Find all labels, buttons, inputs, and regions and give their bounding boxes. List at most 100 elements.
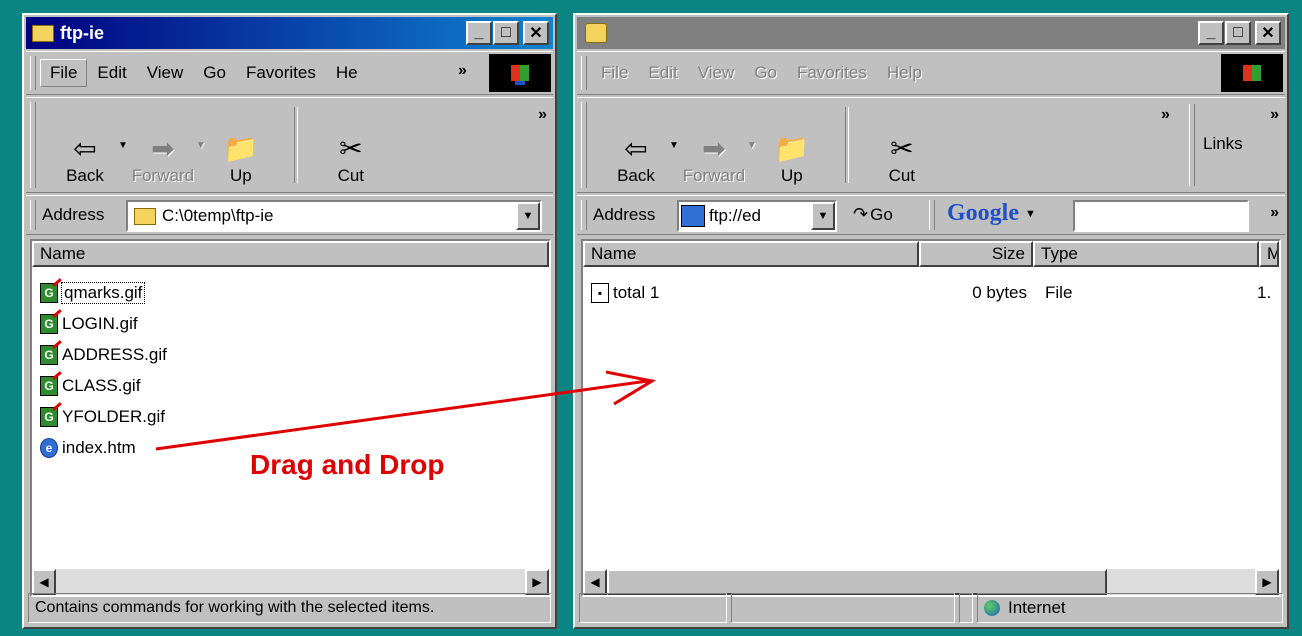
forward-label: Forward (131, 166, 195, 185)
gif-file-icon: G (40, 314, 58, 334)
table-row[interactable]: ▪ total 1 0 bytes File 1. (591, 279, 1279, 307)
right-horizontal-scrollbar[interactable]: ◀ ▶ (583, 569, 1279, 595)
scroll-left-button[interactable]: ◀ (32, 569, 56, 595)
right-title-bar[interactable]: _ □ ✕ (577, 17, 1285, 49)
file-size: 0 bytes (972, 283, 1027, 302)
menu-edit[interactable]: Edit (87, 63, 136, 83)
address-dropdown-button[interactable]: ▼ (516, 202, 540, 230)
google-dropdown-icon: ▼ (1025, 207, 1036, 220)
minimize-button[interactable]: _ (1198, 21, 1224, 45)
toolbar-separator (293, 107, 298, 183)
scroll-right-button[interactable]: ▶ (525, 569, 549, 595)
forward-label: Forward (682, 166, 746, 185)
scroll-left-button[interactable]: ◀ (583, 569, 607, 595)
menu-favorites[interactable]: Favorites (787, 63, 877, 83)
google-toolbar-button[interactable]: Google ▼ (947, 200, 1036, 227)
toolbar-chevron-icon[interactable]: » (1161, 106, 1170, 124)
scroll-thumb[interactable] (607, 569, 1107, 595)
file-type: File (1045, 283, 1073, 302)
menu-favorites[interactable]: Favorites (236, 63, 326, 83)
list-item[interactable]: G CLASS.gif (40, 372, 140, 400)
back-arrow-icon: ⇦ (624, 133, 648, 164)
list-item[interactable]: G YFOLDER.gif (40, 403, 165, 431)
file-name: index.htm (62, 438, 136, 457)
back-arrow-icon: ⇦ (73, 133, 97, 164)
band-divider (929, 200, 935, 230)
cut-button[interactable]: ✂ Cut (306, 132, 396, 192)
file-name: ADDRESS.gif (62, 345, 167, 364)
up-button[interactable]: 📁 Up (196, 132, 286, 192)
gif-file-icon: G (40, 376, 58, 396)
menu-go[interactable]: Go (193, 63, 236, 83)
column-header-name[interactable]: Name (583, 241, 919, 267)
toolbar-grip[interactable] (581, 56, 587, 90)
menu-go[interactable]: Go (744, 63, 787, 83)
right-toolbar: ⇦ Back ▼ ➡ Forward ▼ 📁 Up ✂ Cut » Links … (577, 97, 1285, 193)
back-label: Back (66, 166, 104, 185)
forward-arrow-icon: ➡ (702, 133, 726, 164)
folder-icon (134, 207, 156, 225)
up-folder-icon: 📁 (223, 133, 259, 164)
left-title-bar[interactable]: ftp-ie _ □ ✕ (26, 17, 553, 49)
links-chevron-icon[interactable]: » (1270, 106, 1279, 124)
up-label: Up (780, 166, 803, 185)
left-horizontal-scrollbar[interactable]: ◀ ▶ (32, 569, 549, 595)
list-item[interactable]: G qmarks.gif (40, 279, 146, 307)
maximize-button[interactable]: □ (1225, 21, 1251, 45)
column-header-modified[interactable]: M (1259, 241, 1279, 267)
forward-button[interactable]: ➡ Forward (118, 132, 208, 192)
address-input[interactable]: ftp://ed ▼ (677, 200, 837, 232)
file-name: CLASS.gif (62, 376, 141, 395)
go-button[interactable]: ↷ Go (853, 204, 893, 225)
menu-view[interactable]: View (688, 63, 745, 83)
menu-file[interactable]: File (40, 59, 88, 87)
column-header-name[interactable]: Name (32, 241, 549, 267)
scissors-icon: ✂ (339, 133, 363, 164)
menu-help[interactable]: He (326, 63, 368, 83)
google-search-input[interactable] (1073, 200, 1249, 232)
list-item[interactable]: G LOGIN.gif (40, 310, 138, 338)
close-button[interactable]: ✕ (1255, 21, 1281, 45)
gif-file-icon: G (40, 407, 58, 427)
links-button[interactable]: Links (1203, 134, 1243, 154)
address-dropdown-button[interactable]: ▼ (811, 202, 835, 230)
right-file-list: Name Size Type M ▪ total 1 0 bytes File … (581, 239, 1281, 597)
file-name: YFOLDER.gif (62, 407, 165, 426)
scroll-right-button[interactable]: ▶ (1255, 569, 1279, 595)
back-button[interactable]: ⇦ Back (40, 132, 130, 192)
status-text: Contains commands for working with the s… (28, 593, 551, 623)
maximize-button[interactable]: □ (493, 21, 519, 45)
menu-chevron-icon[interactable]: » (458, 62, 467, 80)
menu-help[interactable]: Help (877, 63, 932, 83)
up-folder-icon: 📁 (774, 133, 810, 164)
windows-logo (489, 54, 551, 92)
menu-file[interactable]: File (591, 63, 638, 83)
menu-edit[interactable]: Edit (638, 63, 687, 83)
address-input[interactable]: C:\0temp\ftp-ie ▼ (126, 200, 542, 232)
address-chevron-icon[interactable]: » (1270, 204, 1279, 222)
toolbar-chevron-icon[interactable]: » (538, 106, 547, 124)
links-divider (1189, 104, 1195, 186)
address-value: ftp://ed (709, 206, 761, 225)
address-value: C:\0temp\ftp-ie (162, 206, 274, 225)
forward-button[interactable]: ➡ Forward (669, 132, 759, 192)
toolbar-grip[interactable] (30, 56, 36, 90)
status-progress-pane (731, 593, 955, 623)
back-button[interactable]: ⇦ Back (591, 132, 681, 192)
status-pane-main (579, 593, 727, 623)
cut-button[interactable]: ✂ Cut (857, 132, 947, 192)
minimize-button[interactable]: _ (466, 21, 492, 45)
drag-and-drop-label: Drag and Drop (250, 449, 445, 480)
cut-label: Cut (888, 166, 916, 185)
toolbar-grip (30, 200, 36, 230)
close-button[interactable]: ✕ (523, 21, 549, 45)
list-item[interactable]: e index.htm (40, 434, 136, 462)
right-status-bar: Internet (579, 593, 1283, 623)
up-button[interactable]: 📁 Up (747, 132, 837, 192)
list-item[interactable]: G ADDRESS.gif (40, 341, 167, 369)
left-menu-bar: File Edit View Go Favorites He » (26, 51, 553, 95)
menu-view[interactable]: View (137, 63, 194, 83)
forward-arrow-icon: ➡ (151, 133, 175, 164)
column-header-type[interactable]: Type (1033, 241, 1259, 267)
column-header-size[interactable]: Size (919, 241, 1033, 267)
